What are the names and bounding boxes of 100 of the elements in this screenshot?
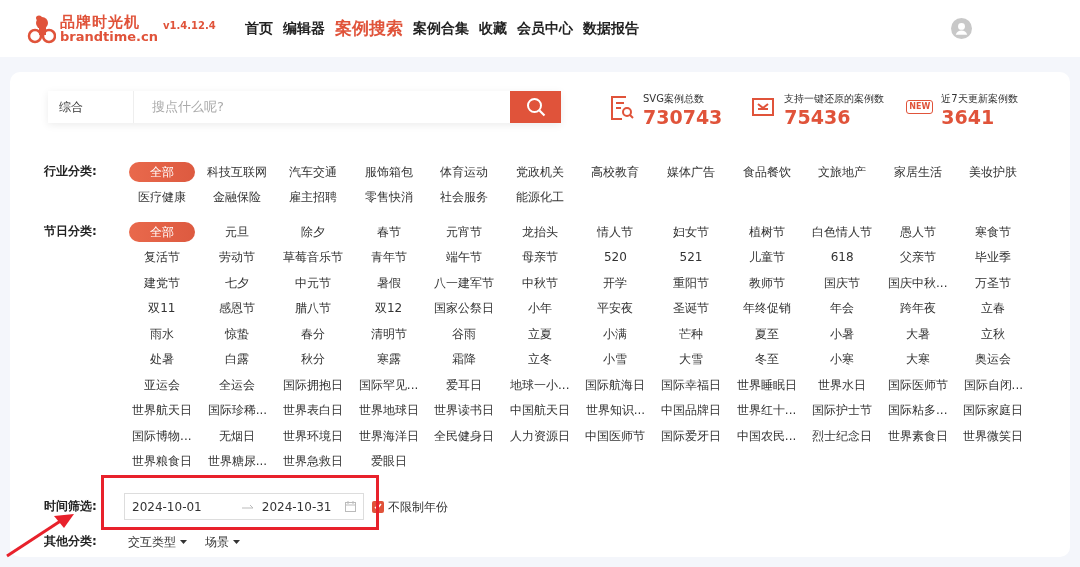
filter-tag[interactable]: 母亲节 xyxy=(501,244,578,270)
filter-tag[interactable]: 暑假 xyxy=(350,270,427,296)
filter-tag[interactable]: 国际航海日 xyxy=(577,372,654,398)
filter-tag[interactable]: 全民健身日 xyxy=(426,423,502,449)
nav-link[interactable]: 首页 xyxy=(239,18,278,39)
filter-tag[interactable]: 世界急救日 xyxy=(275,448,351,474)
nav-link[interactable]: 会员中心 xyxy=(511,18,578,39)
search-button[interactable] xyxy=(510,91,561,123)
filter-tag[interactable]: 世界海洋日 xyxy=(350,423,427,449)
filter-tag[interactable]: 科技互联网 xyxy=(199,159,276,185)
filter-tag[interactable]: 媒体广告 xyxy=(653,159,729,185)
filter-tag[interactable]: 秋分 xyxy=(275,346,351,372)
filter-tag[interactable]: 中秋节 xyxy=(501,270,578,296)
nav-link[interactable]: 编辑器 xyxy=(277,18,330,39)
filter-tag[interactable]: 妇女节 xyxy=(653,219,729,245)
filter-tag[interactable]: 寒食节 xyxy=(955,219,1032,245)
filter-tag[interactable]: 人力资源日 xyxy=(501,423,578,449)
filter-tag[interactable]: 世界水日 xyxy=(804,372,880,398)
filter-tag[interactable]: 世界环境日 xyxy=(275,423,351,449)
filter-tag[interactable]: 无烟日 xyxy=(199,423,276,449)
filter-tag[interactable]: 爱耳日 xyxy=(426,372,502,398)
nav-link[interactable]: 案例合集 xyxy=(407,18,474,39)
filter-tag[interactable]: 立秋 xyxy=(955,321,1032,347)
filter-tag[interactable]: 处暑 xyxy=(124,346,200,372)
filter-tag[interactable]: 中国航天日 xyxy=(501,397,578,423)
filter-tag[interactable]: 感恩节 xyxy=(199,295,276,321)
filter-tag[interactable]: 零售快消 xyxy=(350,184,427,210)
filter-tag[interactable]: 奥运会 xyxy=(955,346,1032,372)
filter-tag[interactable]: 国际拥抱日 xyxy=(275,372,351,398)
filter-tag[interactable]: 大雪 xyxy=(653,346,729,372)
filter-tag[interactable]: 世界读书日 xyxy=(426,397,502,423)
filter-tag[interactable]: 芒种 xyxy=(653,321,729,347)
filter-tag[interactable]: 高校教育 xyxy=(577,159,654,185)
filter-tag[interactable]: 八一建军节 xyxy=(426,270,502,296)
filter-tag[interactable]: 白露 xyxy=(199,346,276,372)
filter-tag[interactable]: 世界地球日 xyxy=(350,397,427,423)
filter-tag[interactable]: 元宵节 xyxy=(426,219,502,245)
filter-tag[interactable]: 万圣节 xyxy=(955,270,1032,296)
filter-tag[interactable]: 小年 xyxy=(501,295,578,321)
filter-tag[interactable]: 开学 xyxy=(577,270,654,296)
filter-tag[interactable]: 服饰箱包 xyxy=(350,159,427,185)
filter-tag[interactable]: 双12 xyxy=(350,295,427,321)
filter-tag[interactable]: 家居生活 xyxy=(879,159,956,185)
filter-tag[interactable]: 国际博物... xyxy=(124,423,200,449)
filter-tag[interactable]: 大寒 xyxy=(879,346,956,372)
filter-tag[interactable]: 中国品牌日 xyxy=(653,397,729,423)
filter-tag[interactable]: 美妆护肤 xyxy=(955,159,1032,185)
filter-tag[interactable]: 龙抬头 xyxy=(501,219,578,245)
filter-tag[interactable]: 重阳节 xyxy=(653,270,729,296)
filter-tag[interactable]: 小雪 xyxy=(577,346,654,372)
search-field[interactable]: 搜点什么呢? xyxy=(134,91,510,123)
filter-tag[interactable]: 白色情人节 xyxy=(804,219,880,245)
filter-tag[interactable]: 立春 xyxy=(955,295,1032,321)
filter-tag[interactable]: 中国医师节 xyxy=(577,423,654,449)
filter-tag[interactable]: 儿童节 xyxy=(728,244,805,270)
filter-tag[interactable]: 雨水 xyxy=(124,321,200,347)
filter-tag[interactable]: 跨年夜 xyxy=(879,295,956,321)
date-range-field[interactable]: 2024-10-01 2024-10-31 xyxy=(124,493,364,520)
filter-tag[interactable]: 爱眼日 xyxy=(350,448,427,474)
filter-tag[interactable]: 国际家庭日 xyxy=(955,397,1032,423)
filter-tag[interactable]: 世界红十... xyxy=(728,397,805,423)
filter-tag[interactable]: 父亲节 xyxy=(879,244,956,270)
filter-tag[interactable]: 国际罕见... xyxy=(350,372,427,398)
filter-tag[interactable]: 烈士纪念日 xyxy=(804,423,880,449)
filter-tag[interactable]: 小暑 xyxy=(804,321,880,347)
filter-tag[interactable]: 清明节 xyxy=(350,321,427,347)
filter-tag[interactable]: 植树节 xyxy=(728,219,805,245)
filter-tag[interactable]: 国庆中秋... xyxy=(879,270,956,296)
filter-tag[interactable]: 愚人节 xyxy=(879,219,956,245)
filter-tag[interactable]: 国际医师节 xyxy=(879,372,956,398)
filter-tag[interactable]: 冬至 xyxy=(728,346,805,372)
filter-tag[interactable]: 世界睡眠日 xyxy=(728,372,805,398)
filter-tag[interactable]: 520 xyxy=(577,244,654,270)
filter-tag[interactable]: 国际爱牙日 xyxy=(653,423,729,449)
filter-tag[interactable]: 党政机关 xyxy=(501,159,578,185)
mascot-logo-icon[interactable] xyxy=(26,13,56,44)
filter-tag[interactable]: 体育运动 xyxy=(426,159,502,185)
filter-tag[interactable]: 腊八节 xyxy=(275,295,351,321)
filter-tag[interactable]: 国庆节 xyxy=(804,270,880,296)
filter-tag[interactable]: 世界知识... xyxy=(577,397,654,423)
filter-tag[interactable]: 端午节 xyxy=(426,244,502,270)
filter-tag[interactable]: 亚运会 xyxy=(124,372,200,398)
filter-tag[interactable]: 世界微笑日 xyxy=(955,423,1032,449)
filter-tag[interactable]: 圣诞节 xyxy=(653,295,729,321)
filter-tag[interactable]: 世界素食日 xyxy=(879,423,956,449)
filter-tag[interactable]: 元旦 xyxy=(199,219,276,245)
filter-tag[interactable]: 521 xyxy=(653,244,729,270)
filter-tag[interactable]: 年会 xyxy=(804,295,880,321)
filter-tag[interactable]: 七夕 xyxy=(199,270,276,296)
filter-tag[interactable]: 医疗健康 xyxy=(124,184,200,210)
filter-tag[interactable]: 小寒 xyxy=(804,346,880,372)
dropdown-button[interactable]: 交互类型 xyxy=(128,532,187,551)
nav-link[interactable]: 案例搜索 xyxy=(329,15,408,42)
filter-tag[interactable]: 惊蛰 xyxy=(199,321,276,347)
filter-tag[interactable]: 世界表白日 xyxy=(275,397,351,423)
filter-tag[interactable]: 世界糖尿... xyxy=(199,448,276,474)
filter-tag[interactable]: 国际粘多... xyxy=(879,397,956,423)
filter-tag[interactable]: 国际护士节 xyxy=(804,397,880,423)
filter-tag[interactable]: 全运会 xyxy=(199,372,276,398)
filter-tag[interactable]: 毕业季 xyxy=(955,244,1032,270)
